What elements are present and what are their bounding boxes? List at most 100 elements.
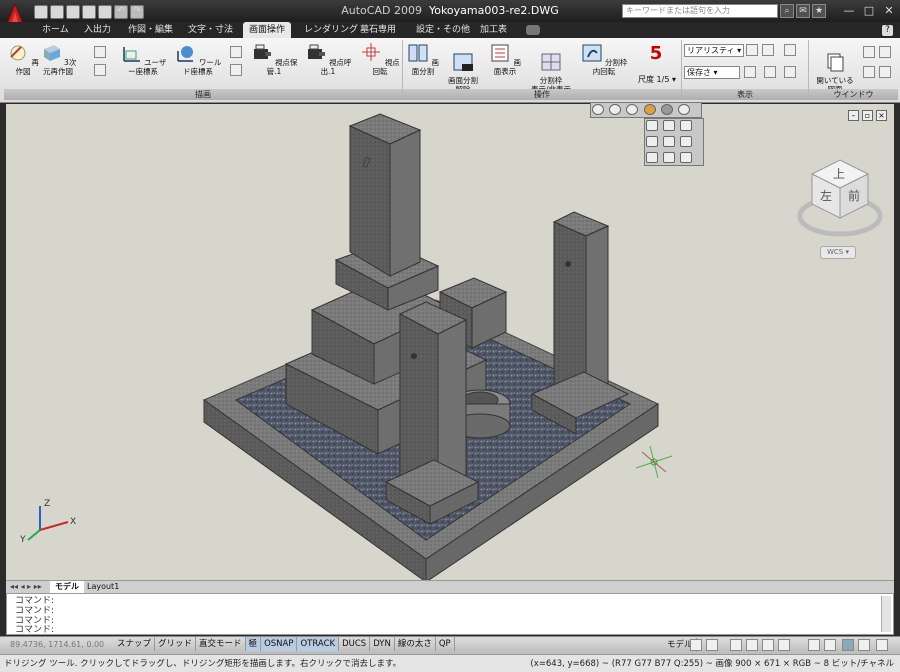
toggle-ortho[interactable]: 直交モード [196, 637, 246, 651]
toggle-ducs[interactable]: DUCS [339, 637, 371, 651]
maximize-button[interactable]: □ [860, 3, 878, 19]
regen-button[interactable]: 再作図 [6, 43, 40, 76]
view-front-icon[interactable] [663, 136, 676, 147]
toolbar-realistic-icon[interactable] [643, 104, 656, 115]
toolbar-hidden-icon[interactable] [609, 104, 622, 115]
tab-home[interactable]: ホーム [36, 22, 75, 38]
command-scrollbar[interactable] [881, 596, 891, 632]
visual-style-icon[interactable] [746, 44, 758, 56]
screen-display-button[interactable]: 画面表示 [487, 43, 523, 76]
layout-nav-arrows[interactable]: ◂◂ ◂ ▸ ▸▸ [10, 582, 42, 591]
tab-text-dim[interactable]: 文字・寸法 [182, 22, 239, 38]
tab-io[interactable]: 入出力 [78, 22, 117, 38]
toggle-otrack[interactable]: OTRACK [297, 637, 340, 651]
zoom-status-icon[interactable] [746, 639, 758, 651]
minimize-button[interactable]: — [840, 3, 858, 19]
view-se-icon[interactable] [663, 152, 676, 163]
search-icon[interactable]: ⌕ [780, 4, 794, 18]
zoom-icon[interactable] [744, 66, 756, 78]
shade-icon[interactable] [762, 44, 774, 56]
tile-horizontal-icon[interactable] [863, 46, 875, 58]
split-frame-toggle-button[interactable]: 分割枠 表示/非表示 [525, 43, 577, 94]
search-input[interactable]: キーワードまたは語句を入力 [622, 4, 778, 18]
view-sw-icon[interactable] [646, 152, 658, 163]
scale-dropdown[interactable]: 尺度 1/5 ▾ [635, 74, 679, 85]
toggle-qp[interactable]: QP [436, 637, 455, 651]
ucs-origin-icon[interactable] [230, 46, 242, 58]
toolbar-conceptual-icon[interactable] [626, 104, 639, 115]
regen-3d-button[interactable]: 3次元再作図 [38, 43, 78, 76]
toolbar-wireframe-icon[interactable] [592, 104, 604, 115]
view-right-icon[interactable] [646, 136, 658, 147]
tab-draw-edit[interactable]: 作図・編集 [122, 22, 179, 38]
tab-tombstone[interactable]: 墓石専用 [354, 22, 402, 38]
cascade-icon[interactable] [863, 66, 875, 78]
steering-wheel-icon[interactable] [762, 639, 774, 651]
layout-icon[interactable] [690, 639, 702, 651]
clean-screen-icon[interactable] [876, 639, 888, 651]
ribbon-toggle-icon[interactable] [526, 25, 540, 35]
recall-view-button[interactable]: 視点呼出.1 [302, 43, 354, 76]
orbit-icon[interactable] [764, 66, 776, 78]
wcs-menu[interactable]: WCS ▾ [820, 246, 856, 259]
lock-icon[interactable] [842, 639, 854, 651]
communication-center-icon[interactable]: ✉ [796, 4, 810, 18]
favorites-icon[interactable]: ★ [812, 4, 826, 18]
showmotion-status-icon[interactable] [778, 639, 790, 651]
pan-icon[interactable] [784, 44, 796, 56]
toggle-osnap[interactable]: OSNAP [261, 637, 298, 651]
tab-layout1[interactable]: Layout1 [82, 581, 124, 593]
layer-icon[interactable] [94, 64, 106, 76]
user-ucs-button[interactable]: ユーザー座標系 [116, 43, 170, 76]
save-icon[interactable] [66, 5, 80, 19]
viewcube-front[interactable]: 前 [848, 188, 860, 203]
toolbar-manager-icon[interactable] [677, 104, 690, 115]
split-view-button[interactable]: 画面分割 [405, 43, 441, 76]
tab-view-ops[interactable]: 画面操作 [243, 22, 292, 38]
undo-icon[interactable]: ↶ [114, 5, 128, 19]
viewcube-top[interactable]: 上 [833, 167, 845, 181]
coordinate-readout[interactable]: 89.4736, 1714.61, 0.00 [10, 638, 104, 652]
world-ucs-button[interactable]: ワールド座標系 [172, 43, 224, 76]
viewcube-left[interactable]: 左 [820, 188, 832, 203]
print-icon[interactable] [98, 5, 112, 19]
drawing-viewport[interactable]: ▯ Z X Y 上 左 前 WCS ▾ [6, 104, 894, 583]
viewport-close-icon[interactable]: × [876, 110, 887, 121]
split-frame-rotate-button[interactable]: 分割枠内回転 [579, 43, 629, 76]
layout-icon[interactable] [706, 639, 718, 651]
toggle-lineweight[interactable]: 線の太さ [395, 637, 436, 651]
toggle-polar[interactable]: 極 [245, 637, 262, 651]
arrange-icon[interactable] [879, 66, 891, 78]
toggle-dyn[interactable]: DYN [370, 637, 395, 651]
view-rotate-button[interactable]: 視点回転 [360, 43, 400, 76]
view-left-icon[interactable] [680, 120, 693, 131]
unsplit-view-button[interactable]: 画面分割 解除 [443, 43, 483, 94]
pan-status-icon[interactable] [730, 639, 742, 651]
pencil-icon[interactable] [94, 46, 106, 58]
workspace-icon[interactable] [824, 639, 836, 651]
command-input[interactable]: コマンド: [15, 625, 54, 635]
save-as-icon[interactable] [82, 5, 96, 19]
viewport-restore-icon[interactable]: ▫ [862, 110, 873, 121]
toggle-grid[interactable]: グリッド [155, 637, 197, 651]
ucs-3point-icon[interactable] [230, 64, 242, 76]
redo-icon[interactable]: ↷ [130, 5, 144, 19]
visual-style-dropdown[interactable]: リアリスティ ▾ [684, 44, 744, 57]
new-file-icon[interactable] [34, 5, 48, 19]
close-button[interactable]: ✕ [880, 3, 898, 19]
tab-processing[interactable]: 加工表 [474, 22, 513, 38]
view-top-icon[interactable] [646, 120, 658, 131]
view-back-icon[interactable] [680, 136, 693, 147]
toggle-snap[interactable]: スナップ [114, 637, 156, 651]
showmotion-icon[interactable] [784, 66, 796, 78]
tile-vertical-icon[interactable] [879, 46, 891, 58]
view-bottom-icon[interactable] [663, 120, 676, 131]
open-file-icon[interactable] [50, 5, 64, 19]
help-icon[interactable]: ? [882, 25, 893, 36]
saved-view-dropdown[interactable]: 保存さ ▾ [684, 66, 740, 79]
annotation-scale-icon[interactable] [808, 639, 820, 651]
status-menu-icon[interactable] [858, 639, 870, 651]
viewport-minimize-icon[interactable]: – [848, 110, 859, 121]
viewcube[interactable]: 上 左 前 [796, 156, 884, 252]
view-ne-icon[interactable] [680, 152, 693, 163]
